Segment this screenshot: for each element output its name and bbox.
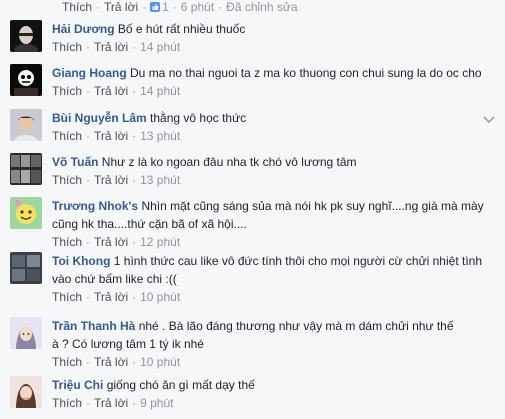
comment-time[interactable]: 10 phút — [140, 290, 180, 304]
avatar[interactable] — [10, 197, 42, 229]
comment-actions: Thích · Trả lời · 10 phút — [52, 290, 181, 304]
comment-text-continued: vào chứ bấm like chi :(( — [52, 272, 177, 286]
comment-actions: Thích · Trả lời · 12 phút — [52, 235, 181, 249]
comment-text: Bố e hút rất nhiều thuốc — [117, 22, 246, 36]
comment-text: nhé . Bà lão đáng thương như vậy mà m dá… — [138, 319, 454, 333]
comment-text: 1 hình thức cau like vô đức tính thôi ch… — [113, 254, 483, 268]
comment-time[interactable]: 9 phút — [140, 396, 173, 410]
comment-list: Thích · Trả lời · 1 · 6 phút · Đã chỉnh sửa Hải … — [0, 0, 505, 419]
comment-time[interactable]: 14 phút — [140, 40, 180, 54]
comment-actions: Thích · Trả lời · 13 phút — [52, 129, 181, 143]
like-link[interactable]: Thích — [62, 0, 92, 14]
reply-link[interactable]: Trả lời — [94, 235, 128, 249]
like-link[interactable]: Thích — [52, 396, 82, 410]
comment-time[interactable]: 13 phút — [140, 173, 180, 187]
avatar[interactable] — [10, 252, 42, 284]
avatar[interactable] — [10, 153, 42, 185]
comment-actions: Thích · Trả lời · 10 phút — [52, 355, 181, 369]
like-link[interactable]: Thích — [52, 40, 82, 54]
avatar[interactable] — [10, 109, 42, 141]
comment-actions: Thích · Trả lời · 14 phút — [52, 84, 181, 98]
commenter-name[interactable]: Võ Tuấn — [52, 155, 98, 169]
comment-actions: Thích · Trả lời · 14 phút — [52, 40, 181, 54]
like-link[interactable]: Thích — [52, 129, 82, 143]
commenter-name[interactable]: Toi Khong — [52, 254, 110, 268]
avatar[interactable] — [10, 20, 42, 52]
comment-time[interactable]: 13 phút — [140, 129, 180, 143]
comment-text-continued: cũng hk tha....thứ cặn bã of xã hội.... — [52, 217, 247, 231]
reply-link[interactable]: Trả lời — [94, 396, 128, 410]
comment-text: Du ma no thai nguoi ta z ma ko thuong co… — [130, 66, 482, 80]
comment-time[interactable]: 10 phút — [140, 355, 180, 369]
edited-label[interactable]: Đã chỉnh sửa — [226, 0, 297, 14]
like-link[interactable]: Thích — [52, 355, 82, 369]
commenter-name[interactable]: Trương Nhok's — [52, 199, 138, 213]
comment-text: giống chó ăn gì mất dạy thế — [106, 378, 255, 392]
comment-text: Như z là ko ngoan đâu nha tk chó vô lươn… — [101, 155, 357, 169]
reply-link[interactable]: Trả lời — [94, 355, 128, 369]
comment-time[interactable]: 12 phút — [140, 235, 180, 249]
reply-link[interactable]: Trả lời — [94, 40, 128, 54]
avatar[interactable] — [10, 64, 42, 96]
commenter-name[interactable]: Trần Thanh Hà — [52, 319, 135, 333]
like-link[interactable]: Thích — [52, 290, 82, 304]
like-thumb-icon — [150, 2, 161, 12]
avatar[interactable] — [10, 376, 42, 408]
like-link[interactable]: Thích — [52, 173, 82, 187]
reply-link[interactable]: Trả lời — [94, 290, 128, 304]
like-link[interactable]: Thích — [52, 84, 82, 98]
reply-link[interactable]: Trả lời — [94, 129, 128, 143]
comment-time[interactable]: 6 phút — [181, 0, 214, 14]
chevron-down-icon[interactable] — [483, 116, 495, 124]
reply-link[interactable]: Trả lời — [104, 0, 138, 14]
comment-actions: Thích · Trả lời · 13 phút — [52, 173, 181, 187]
comment-time[interactable]: 14 phút — [140, 84, 180, 98]
previous-comment-actions: Thích · Trả lời · 1 · 6 phút · Đã chỉnh sửa — [62, 0, 298, 14]
reply-link[interactable]: Trả lời — [94, 84, 128, 98]
comment-text-continued: à ? Có lương tâm 1 tý ik nhé — [52, 337, 204, 351]
comment-text: thằng vô học thức — [150, 111, 247, 125]
commenter-name[interactable]: Hải Dương — [52, 22, 115, 36]
commenter-name[interactable]: Giang Hoang — [52, 66, 127, 80]
reply-link[interactable]: Trả lời — [94, 173, 128, 187]
like-link[interactable]: Thích — [52, 235, 82, 249]
avatar[interactable] — [10, 317, 42, 349]
commenter-name[interactable]: Triệu Chi — [52, 378, 103, 392]
comment-actions: Thích · Trả lời · 9 phút — [52, 396, 174, 410]
like-count[interactable]: 1 — [162, 0, 169, 14]
commenter-name[interactable]: Bùi Nguyễn Lâm — [52, 111, 147, 125]
comment-text: Nhìn mặt cũng sáng sủa mà nói hk pk suy … — [141, 199, 484, 213]
